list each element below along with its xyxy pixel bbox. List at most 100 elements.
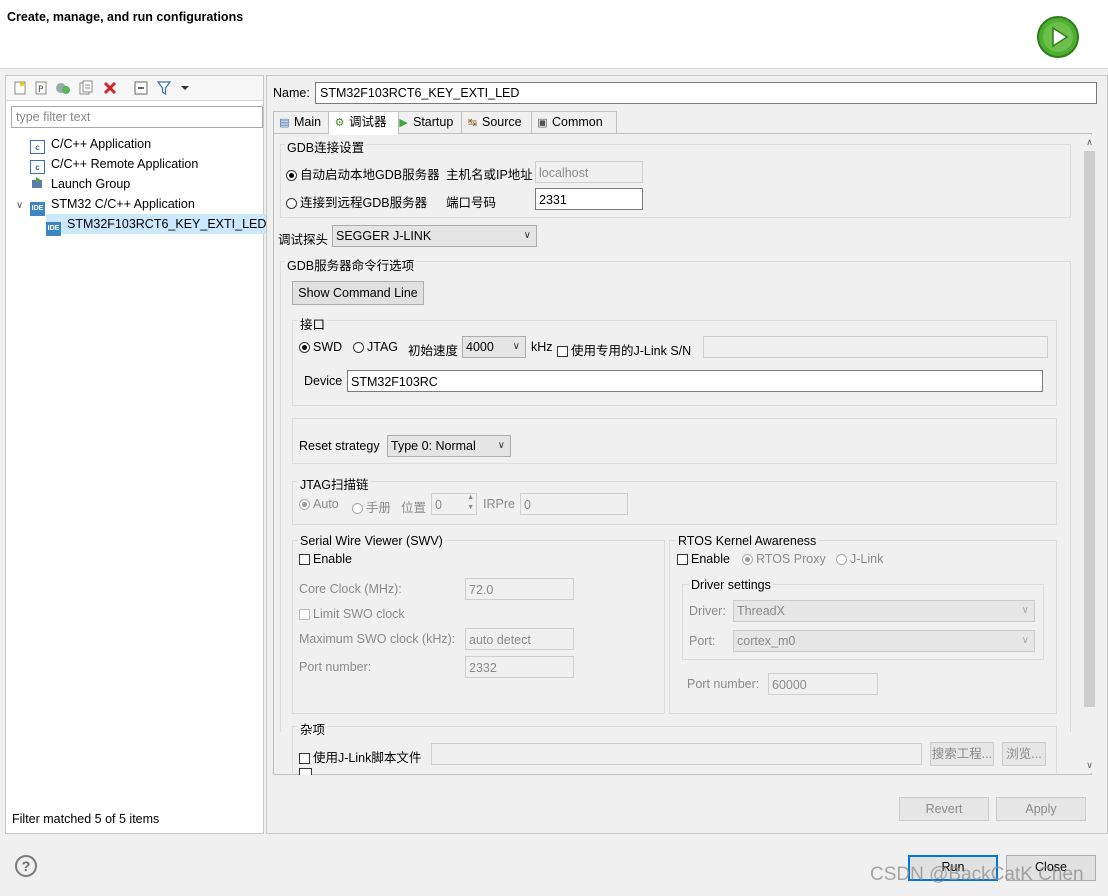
duplicate-icon[interactable] — [55, 80, 71, 96]
rtos-enable-checkbox[interactable]: Enable — [677, 552, 730, 566]
tab-main[interactable]: ▤ Main — [273, 111, 336, 134]
swv-port-label: Port number: — [299, 660, 372, 674]
khz-label: kHz — [531, 340, 553, 354]
local-gdb-radio[interactable]: 自动启动本地GDB服务器 — [286, 164, 440, 183]
checkbox[interactable] — [299, 768, 312, 775]
radio-button[interactable] — [742, 554, 753, 565]
tree-item-stm32-application[interactable]: ∨ IDE STM32 C/C++ Application — [16, 194, 195, 216]
tree-item-selected-config[interactable]: IDE STM32F103RCT6_KEY_EXTI_LED — [46, 214, 271, 236]
tab-debugger[interactable]: ⚙ 调试器 — [328, 111, 399, 135]
tree-item-label: C/C++ Remote Application — [51, 157, 199, 171]
radio-button[interactable] — [353, 342, 364, 353]
c-app-icon: c — [30, 160, 45, 174]
delete-icon[interactable] — [102, 80, 118, 96]
swv-enable-checkbox[interactable]: Enable — [299, 552, 352, 566]
jtag-manual-radio[interactable]: 手册 — [352, 497, 391, 516]
jlink-script-checkbox[interactable]: 使用J-Link脚本文件 — [299, 747, 421, 766]
remote-gdb-radio[interactable]: 连接到远程GDB服务器 — [286, 192, 427, 211]
checkbox[interactable] — [299, 753, 310, 764]
speed-select[interactable]: 4000 ∨ — [462, 336, 526, 358]
radio-button[interactable] — [836, 554, 847, 565]
rtos-proxy-radio[interactable]: RTOS Proxy — [742, 552, 826, 566]
swd-radio[interactable]: SWD — [299, 340, 342, 354]
radio-label: J-Link — [850, 552, 884, 566]
probe-select[interactable]: SEGGER J-LINK ∨ — [332, 225, 537, 247]
checkbox[interactable] — [299, 554, 310, 565]
browse-button[interactable]: 浏览... — [1002, 742, 1046, 766]
checkbox[interactable] — [677, 554, 688, 565]
configurations-panel: P c C/C++ Application c C/C++ Remote Appli… — [5, 75, 271, 834]
checkbox-label: 使用J-Link脚本文件 — [313, 751, 422, 765]
show-command-line-button[interactable]: Show Command Line — [292, 281, 424, 305]
vertical-scrollbar[interactable]: ∧ ∨ — [1082, 135, 1097, 773]
radio-label: Auto — [313, 497, 339, 511]
radio-button[interactable] — [299, 342, 310, 353]
tab-source[interactable]: ↹ Source — [461, 111, 539, 134]
radio-label: 连接到远程GDB服务器 — [300, 196, 428, 210]
tree-item-c-remote-application[interactable]: c C/C++ Remote Application — [30, 154, 198, 174]
tab-startup[interactable]: ▶ Startup — [392, 111, 469, 134]
core-clock-label: Core Clock (MHz): — [299, 582, 402, 596]
chevron-down-icon: ∨ — [1021, 605, 1029, 616]
export-icon[interactable] — [78, 80, 94, 96]
name-input[interactable]: STM32F103RCT6_KEY_EXTI_LED — [315, 82, 1097, 104]
rtos-port-number-input[interactable]: 60000 — [768, 673, 878, 695]
core-clock-input[interactable]: 72.0 — [465, 578, 574, 600]
rtos-port-select[interactable]: cortex_m0 ∨ — [733, 630, 1035, 652]
jtag-radio[interactable]: JTAG — [353, 340, 398, 354]
help-icon[interactable]: ? — [15, 855, 37, 877]
rtos-jlink-radio[interactable]: J-Link — [836, 552, 883, 566]
tree-item-launch-group[interactable]: Launch Group — [30, 174, 130, 194]
search-project-button[interactable]: 搜索工程... — [930, 742, 994, 766]
reset-strategy-select[interactable]: Type 0: Normal ∨ — [387, 435, 511, 457]
source-tab-icon: ↹ — [467, 117, 478, 129]
checkbox-label: Enable — [313, 552, 352, 566]
filter-input[interactable] — [11, 106, 263, 128]
radio-button[interactable] — [286, 170, 297, 181]
position-spinner[interactable]: 0 ▲ ▼ — [431, 493, 477, 515]
irpre-input[interactable]: 0 — [520, 493, 628, 515]
apply-button[interactable]: Apply — [996, 797, 1086, 821]
tab-common[interactable]: ▣ Common — [531, 111, 617, 134]
max-swo-clock-input[interactable]: auto detect — [465, 628, 574, 650]
rtos-port-value: cortex_m0 — [737, 634, 796, 648]
collapse-all-icon[interactable] — [133, 80, 149, 96]
radio-button[interactable] — [352, 503, 363, 514]
radio-label: 自动启动本地GDB服务器 — [300, 168, 440, 182]
radio-button[interactable] — [286, 198, 297, 209]
checkbox[interactable] — [557, 346, 568, 357]
jtag-auto-radio[interactable]: Auto — [299, 497, 339, 511]
spinner-arrows-icon[interactable]: ▲ ▼ — [467, 493, 474, 513]
device-input[interactable]: STM32F103RC — [347, 370, 1043, 392]
checkbox[interactable] — [299, 609, 310, 620]
dropdown-menu-icon[interactable] — [177, 80, 193, 96]
chevron-down-icon[interactable]: ∨ — [16, 196, 28, 216]
filter-status: Filter matched 5 of 5 items — [12, 812, 160, 826]
driver-select[interactable]: ThreadX ∨ — [733, 600, 1035, 622]
scroll-down-icon[interactable]: ∨ — [1082, 758, 1097, 773]
scroll-up-icon[interactable]: ∧ — [1082, 135, 1097, 150]
reset-strategy-label: Reset strategy — [299, 439, 380, 453]
new-prototype-icon[interactable]: P — [33, 80, 49, 96]
radio-button[interactable] — [299, 499, 310, 510]
debugger-tab-content: GDB连接设置 自动启动本地GDB服务器 主机名或IP地址 localhost … — [273, 133, 1097, 775]
jlink-script-input[interactable] — [431, 743, 922, 765]
jlink-sn-input[interactable] — [703, 336, 1048, 358]
new-config-icon[interactable] — [12, 80, 28, 96]
scrollbar-thumb[interactable] — [1084, 151, 1095, 707]
configurations-toolbar: P — [6, 76, 263, 101]
swv-port-input[interactable]: 2332 — [465, 656, 574, 678]
c-app-icon: c — [30, 140, 45, 154]
swv-title: Serial Wire Viewer (SWV) — [298, 534, 445, 548]
host-label: 主机名或IP地址 — [446, 168, 533, 182]
filter-icon[interactable] — [156, 80, 172, 96]
radio-label: SWD — [313, 340, 343, 354]
jlink-sn-checkbox[interactable]: 使用专用的J-Link S/N — [557, 340, 691, 359]
limit-swo-checkbox[interactable]: Limit SWO clock — [299, 607, 405, 621]
revert-button[interactable]: Revert — [899, 797, 989, 821]
tree-item-c-application[interactable]: c C/C++ Application — [30, 134, 151, 154]
interface-title: 接口 — [298, 314, 328, 333]
port-input[interactable]: 2331 — [535, 188, 643, 210]
checkbox-label: Limit SWO clock — [313, 607, 405, 621]
host-input[interactable]: localhost — [535, 161, 643, 183]
